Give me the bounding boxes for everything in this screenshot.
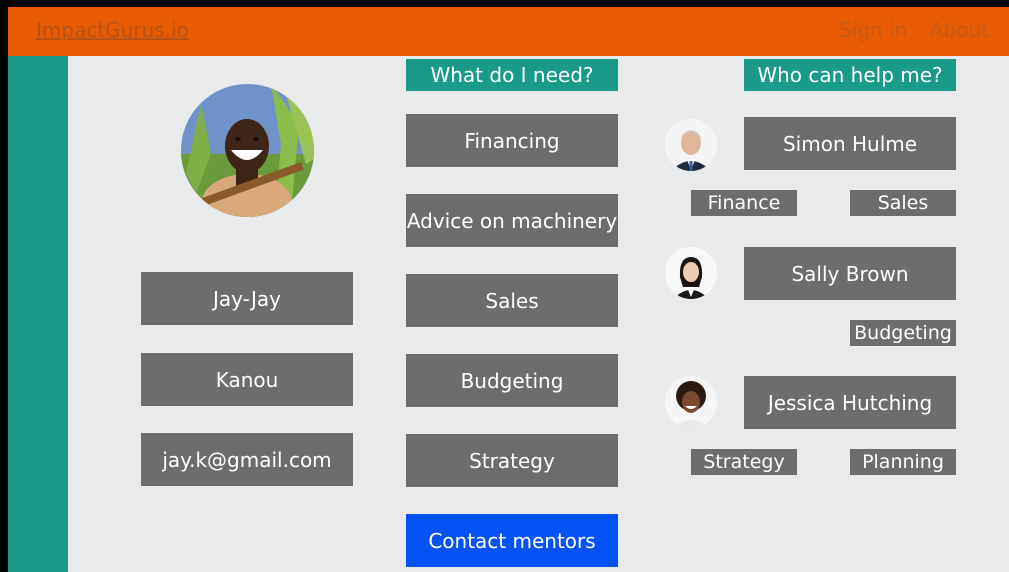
contact-mentors-button[interactable]: Contact mentors — [406, 514, 618, 567]
tag-sales: Sales — [850, 190, 956, 216]
tag-planning: Planning — [850, 449, 956, 475]
about-link[interactable]: About — [930, 18, 989, 42]
need-machinery-button[interactable]: Advice on machinery — [406, 194, 618, 247]
tag-budgeting: Budgeting — [850, 320, 956, 346]
mentor-sally-brown[interactable]: Sally Brown — [744, 247, 956, 300]
tag-finance: Finance — [691, 190, 797, 216]
mentor-jessica-hutching[interactable]: Jessica Hutching — [744, 376, 956, 429]
need-sales-button[interactable]: Sales — [406, 274, 618, 327]
mentor-simon-hulme[interactable]: Simon Hulme — [744, 117, 956, 170]
need-financing-button[interactable]: Financing — [406, 114, 618, 167]
needs-heading: What do I need? — [406, 59, 618, 91]
need-strategy-button[interactable]: Strategy — [406, 434, 618, 487]
need-budgeting-button[interactable]: Budgeting — [406, 354, 618, 407]
mentor-avatar-sally[interactable] — [665, 247, 717, 299]
mentor-avatar-jessica[interactable] — [665, 376, 717, 428]
profile-avatar — [181, 84, 314, 217]
app-frame: ImpactGurus.io Sign in About Jay-Jay Kan… — [8, 7, 1009, 572]
last-name-field[interactable]: Kanou — [141, 353, 353, 406]
brand-link[interactable]: ImpactGurus.io — [36, 18, 189, 42]
top-nav-bar: ImpactGurus.io Sign in About — [8, 7, 1009, 56]
sidebar — [8, 56, 68, 572]
tag-strategy: Strategy — [691, 449, 797, 475]
sign-in-link[interactable]: Sign in — [839, 18, 907, 42]
mentor-avatar-simon[interactable] — [665, 119, 717, 171]
mentors-heading: Who can help me? — [744, 59, 956, 91]
email-field[interactable]: jay.k@gmail.com — [141, 433, 353, 486]
first-name-field[interactable]: Jay-Jay — [141, 272, 353, 325]
